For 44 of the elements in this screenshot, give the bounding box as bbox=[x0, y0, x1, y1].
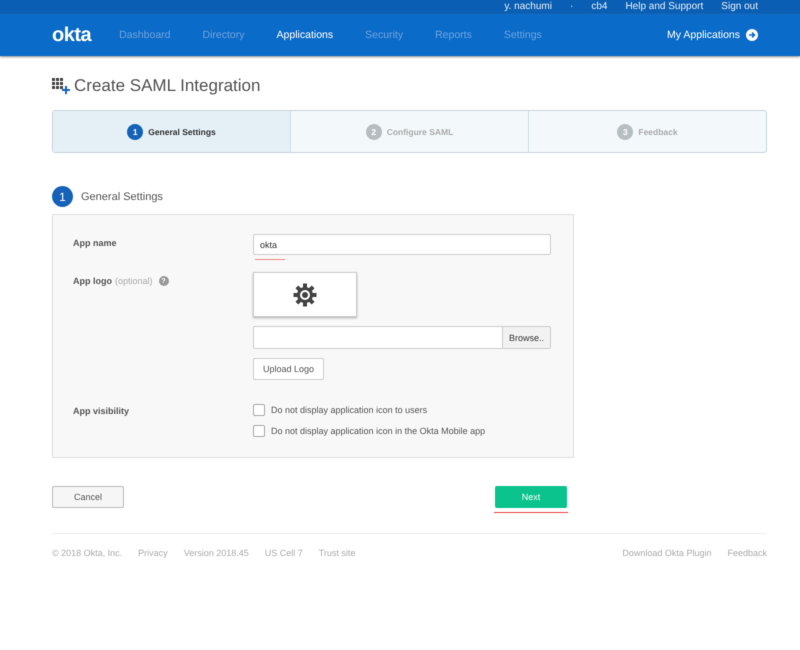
footer-link[interactable]: US Cell 7 bbox=[264, 548, 303, 558]
user-name[interactable]: y. nachumi bbox=[504, 0, 552, 14]
nav-item[interactable]: Applications bbox=[276, 29, 334, 41]
logo[interactable]: okta bbox=[52, 24, 92, 46]
my-applications-link[interactable]: My Applications bbox=[667, 29, 740, 41]
wizard-step[interactable]: 2 Configure SAML bbox=[291, 111, 529, 152]
arrow-circle-icon[interactable] bbox=[746, 29, 758, 41]
nav-item[interactable]: Reports bbox=[435, 29, 472, 41]
separator-dot: · bbox=[570, 0, 574, 14]
upload-logo-button[interactable]: Upload Logo bbox=[253, 358, 324, 380]
nav-item[interactable]: Security bbox=[365, 29, 404, 41]
file-field[interactable]: Browse.. bbox=[253, 326, 551, 349]
field-label: App visibility bbox=[73, 406, 130, 416]
browse-button[interactable]: Browse.. bbox=[502, 327, 550, 348]
wizard-step[interactable]: 3 Feedback bbox=[529, 111, 766, 152]
next-button[interactable]: Next bbox=[495, 486, 567, 508]
help-link[interactable]: Help and Support bbox=[625, 0, 704, 14]
footer-link[interactable]: Privacy bbox=[138, 548, 168, 558]
footer-link[interactable]: Feedback bbox=[727, 548, 767, 558]
footer-link[interactable]: Trust site bbox=[318, 548, 356, 558]
org-name: cb4 bbox=[591, 0, 608, 14]
page-title: Create SAML Integration bbox=[74, 76, 260, 96]
checkbox-label[interactable]: Do not display application icon to users bbox=[271, 405, 428, 415]
gear-icon bbox=[293, 282, 317, 306]
section-title: General Settings bbox=[81, 190, 163, 202]
step-number: 1 bbox=[52, 186, 73, 207]
footer-link[interactable]: © 2018 Okta, Inc. bbox=[52, 548, 122, 558]
spelling-underline bbox=[255, 259, 285, 260]
optional-hint: (optional) bbox=[115, 276, 153, 286]
checkbox-label[interactable]: Do not display application icon in the Okta Mobile app bbox=[271, 426, 486, 436]
sign-out-link[interactable]: Sign out bbox=[721, 0, 758, 14]
footer-link[interactable]: Download Okta Plugin bbox=[622, 548, 712, 558]
field-label: App name bbox=[73, 238, 117, 248]
app-name-field[interactable]: okta bbox=[253, 234, 551, 255]
nav-item[interactable]: Directory bbox=[202, 29, 245, 41]
apps-add-icon bbox=[52, 78, 70, 94]
field-label: App logo bbox=[73, 276, 112, 286]
footer-link[interactable]: Version 2018.45 bbox=[184, 548, 249, 558]
cancel-button[interactable]: Cancel bbox=[52, 486, 124, 508]
checkbox[interactable] bbox=[253, 404, 265, 416]
nav-item[interactable]: Settings bbox=[504, 29, 542, 41]
checkbox[interactable] bbox=[253, 425, 265, 437]
wizard-step[interactable]: 1 General Settings bbox=[53, 111, 291, 152]
nav-item[interactable]: Dashboard bbox=[119, 29, 170, 41]
